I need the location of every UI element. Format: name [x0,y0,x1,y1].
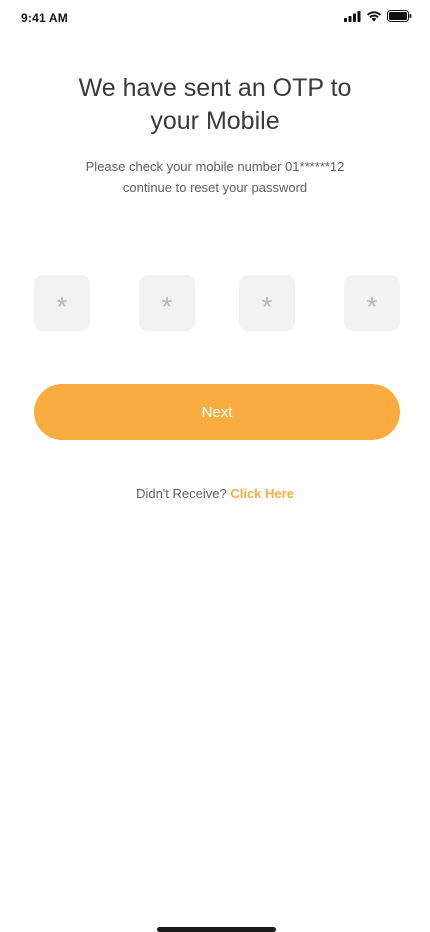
otp-digit-2: * [161,291,173,322]
signal-icon [344,10,361,22]
subtitle-line2: continue to reset your password [122,180,308,195]
resend-link[interactable]: Click Here [230,486,294,501]
otp-input-2[interactable]: * [139,275,195,331]
resend-prompt-text: Didn't Receive? [136,486,227,501]
otp-input-1[interactable]: * [34,275,90,331]
page-title-line2: your Mobile [150,107,280,135]
status-bar: 9:41 AM [0,0,430,34]
status-icons [344,10,412,22]
status-time: 9:41 AM [21,11,68,25]
page-title-line1: We have sent an OTP to [78,74,352,102]
otp-input-4[interactable]: * [344,275,400,331]
otp-digit-4: * [366,291,378,322]
wifi-icon [366,10,382,22]
otp-digit-3: * [261,291,273,322]
otp-digit-1: * [56,291,68,322]
battery-icon [387,10,412,22]
resend-prompt: Didn't Receive? Click Here [0,486,430,501]
page-subtitle: Please check your mobile number 01******… [0,156,430,198]
subtitle-line1: Please check your mobile number 01******… [85,159,345,174]
next-button[interactable]: Next [34,384,400,440]
home-indicator [157,927,276,932]
otp-verification-screen: 9:41 AM We have sent an OTP to your Mobi… [0,0,430,932]
page-title: We have sent an OTP to your Mobile [0,72,430,138]
otp-input-3[interactable]: * [239,275,295,331]
